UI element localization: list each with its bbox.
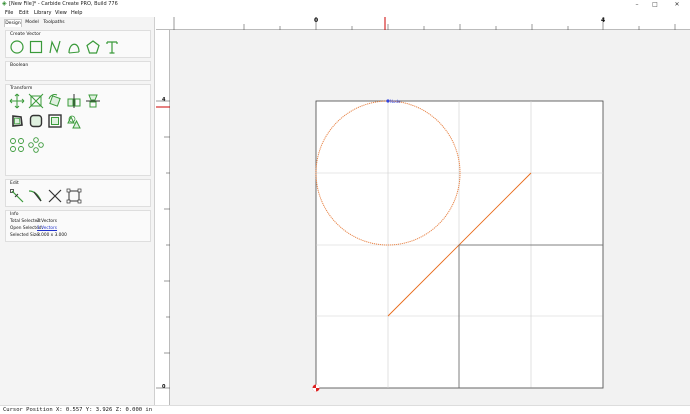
bounding-box-icon[interactable] <box>66 188 82 204</box>
array-icon[interactable] <box>66 113 82 129</box>
open-selected-link[interactable]: 1 Vectors <box>37 226 57 231</box>
fillet-icon[interactable] <box>28 113 44 129</box>
circular-array-icon[interactable] <box>9 137 25 153</box>
move-icon[interactable] <box>9 93 25 109</box>
status-bar: Cursor Position X: 0.557 Y: 3.926 Z: 0.0… <box>0 405 690 414</box>
boolean-group: Boolean <box>5 61 151 81</box>
edit-group: Edit <box>5 179 151 207</box>
open-selected-row: Open Selected: 1 Vectors <box>10 226 57 231</box>
selected-size-label: Selected Size: <box>10 233 41 238</box>
ruler-label-y0: 0 <box>162 384 166 390</box>
menu-edit[interactable]: Edit <box>19 10 29 16</box>
total-selected-value: 2 Vectors <box>37 219 58 224</box>
curve-tool-icon[interactable] <box>66 39 82 55</box>
rectangle-tool-icon[interactable] <box>28 39 44 55</box>
node-edit-icon[interactable] <box>9 188 25 204</box>
total-selected-row: Total Selected: 2 Vectors <box>10 219 57 224</box>
offset-icon[interactable] <box>9 113 25 129</box>
menu-library[interactable]: Library <box>34 10 51 16</box>
boolean-title: Boolean <box>10 63 29 68</box>
maximize-button[interactable]: □ <box>648 0 662 9</box>
text-tool-icon[interactable] <box>104 39 120 55</box>
info-title: Info <box>10 212 19 217</box>
rotate-icon[interactable] <box>47 93 63 109</box>
tab-toolpaths[interactable]: Toolpaths <box>42 19 66 27</box>
info-group: Info Total Selected: 2 Vectors Open Sele… <box>5 210 151 242</box>
menu-view[interactable]: View <box>55 10 67 16</box>
origin-marker <box>312 384 320 392</box>
create-vector-title: Create Vector <box>10 32 41 37</box>
ruler-label-y4: 4 <box>162 97 166 103</box>
left-ruler: 4 0 <box>156 30 170 405</box>
align-icon[interactable] <box>85 93 101 109</box>
selected-size-value: 3.000 x 3.000 <box>37 233 67 238</box>
polygon-tool-icon[interactable] <box>85 39 101 55</box>
tab-design[interactable]: Design <box>4 19 22 27</box>
minimize-button[interactable]: – <box>630 0 644 9</box>
title-bar: ◈ [New File]* - Carbide Create PRO, Buil… <box>0 0 690 9</box>
top-ruler: 0 4 <box>156 17 690 30</box>
menu-file[interactable]: File <box>5 10 13 16</box>
close-button[interactable]: ✕ <box>670 0 684 9</box>
design-canvas[interactable]: Node <box>170 30 690 405</box>
selected-size-row: Selected Size: 3.000 x 3.000 <box>10 233 67 238</box>
canvas-svg[interactable] <box>170 30 690 405</box>
cursor-position: Cursor Position X: 0.557 Y: 3.926 Z: 0.0… <box>3 407 153 413</box>
carbide-icon: ◈ <box>2 0 7 7</box>
ruler-label-4: 4 <box>601 17 606 24</box>
design-panel: Design Model Toolpaths Create Vector Boo… <box>0 17 155 405</box>
node-label: Node <box>390 99 401 104</box>
edit-title: Edit <box>10 181 19 186</box>
trim-icon[interactable] <box>28 188 44 204</box>
inside-box-icon[interactable] <box>47 113 63 129</box>
circle-tool-icon[interactable] <box>9 39 25 55</box>
cut-icon[interactable] <box>47 188 63 204</box>
create-vector-group: Create Vector <box>5 30 151 58</box>
window-title: [New File]* - Carbide Create PRO, Build … <box>9 1 118 7</box>
menu-help[interactable]: Help <box>71 10 82 16</box>
ruler-label-0: 0 <box>314 17 319 24</box>
mirror-icon[interactable] <box>66 93 82 109</box>
polyline-tool-icon[interactable] <box>47 39 63 55</box>
transform-group: Transform <box>5 84 151 176</box>
transform-title: Transform <box>10 86 33 91</box>
tab-model[interactable]: Model <box>23 19 41 27</box>
grid-icon[interactable] <box>28 137 44 153</box>
menu-bar: File Edit Library View Help <box>0 9 690 17</box>
scale-icon[interactable] <box>28 93 44 109</box>
